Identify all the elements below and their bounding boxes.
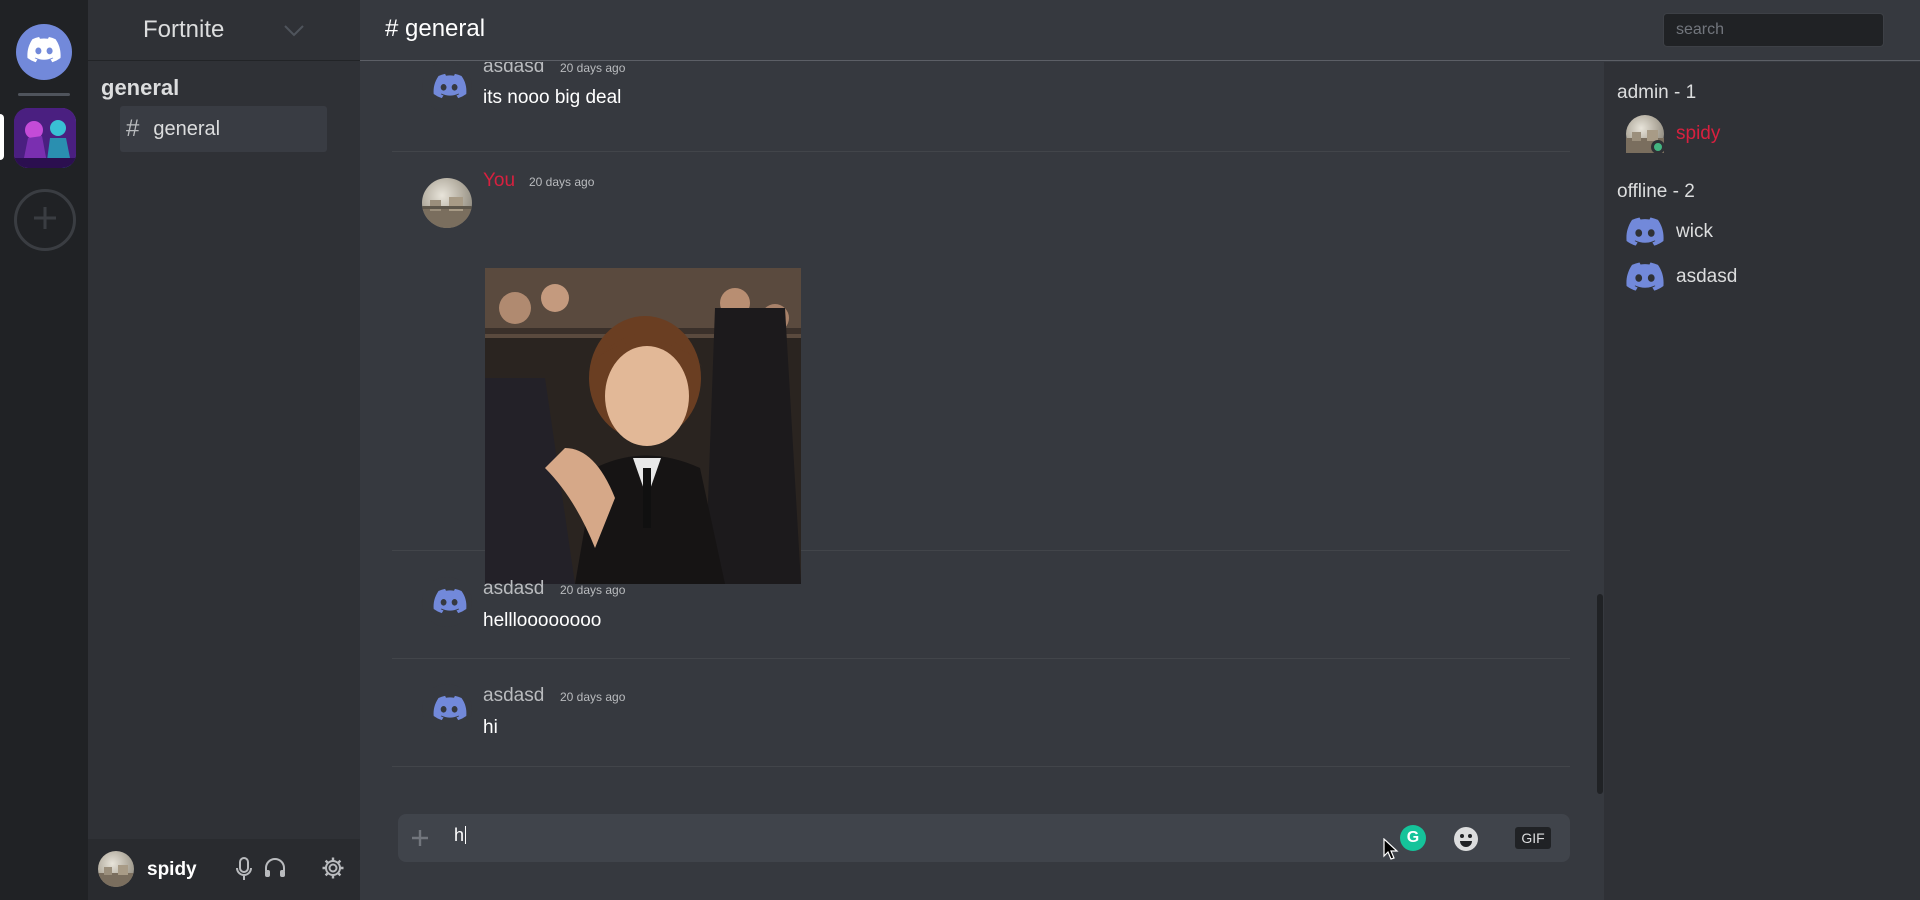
member-name: asdasd: [1676, 266, 1738, 287]
avatar[interactable]: [98, 851, 134, 887]
message-text: hi: [483, 717, 498, 738]
message-timestamp: 20 days ago: [560, 690, 626, 704]
channel-title: # general: [385, 15, 486, 42]
message-input[interactable]: h: [454, 825, 467, 846]
home-button[interactable]: [16, 24, 72, 80]
plus-icon: [32, 205, 58, 236]
message-list: asdasd 20 days ago its nooo big deal You…: [392, 62, 1572, 778]
message-item: asdasd 20 days ago its nooo big deal: [392, 62, 1570, 152]
discord-icon[interactable]: [422, 62, 472, 112]
server-name: Fortnite: [143, 16, 225, 43]
member-item[interactable]: wick: [1626, 213, 1906, 253]
search-input[interactable]: [1663, 13, 1884, 47]
emoji-icon[interactable]: [1453, 826, 1479, 857]
message-item: asdasd 20 days ago hellloooooooo: [392, 551, 1570, 659]
app-window: Fortnite general # general spidy # gener…: [0, 0, 1920, 900]
grammarly-icon[interactable]: G: [1400, 825, 1426, 851]
message-timestamp: 20 days ago: [529, 175, 595, 189]
message-text: its nooo big deal: [483, 87, 622, 108]
server-header[interactable]: Fortnite: [88, 0, 360, 61]
online-status-dot: [1651, 140, 1665, 154]
avatar[interactable]: [422, 178, 472, 228]
add-server-button[interactable]: [14, 189, 76, 251]
discord-logo-icon: [27, 36, 61, 68]
discord-icon: [1626, 258, 1664, 296]
message-list-scrollbar[interactable]: [1597, 594, 1603, 794]
message-timestamp: 20 days ago: [560, 583, 626, 597]
member-name: spidy: [1676, 123, 1721, 144]
hash-icon: #: [126, 115, 140, 142]
mouse-cursor-icon: [1383, 837, 1399, 865]
discord-icon: [1626, 213, 1664, 251]
message-timestamp: 20 days ago: [560, 62, 626, 75]
chat-header: # general: [360, 0, 1920, 61]
channel-sidebar: Fortnite general # general spidy: [88, 0, 360, 900]
member-item[interactable]: spidy: [1626, 115, 1906, 155]
channel-name: general: [153, 117, 221, 140]
message-item: asdasd 20 days ago hi: [392, 659, 1570, 767]
user-panel: spidy: [88, 839, 360, 900]
member-group-title: admin - 1: [1617, 82, 1697, 103]
channel-item-general[interactable]: # general: [120, 106, 327, 152]
message-text: hellloooooooo: [483, 610, 602, 631]
member-item[interactable]: asdasd: [1626, 258, 1906, 298]
add-attachment-icon[interactable]: [408, 826, 432, 855]
rail-separator: [18, 93, 70, 96]
member-list: admin - 1 spidy offline - 2 wick asdasd: [1604, 62, 1920, 900]
current-username: spidy: [147, 859, 197, 880]
discord-icon[interactable]: [422, 684, 472, 734]
microphone-icon[interactable]: [236, 857, 252, 886]
server-icon-fortnite[interactable]: [14, 108, 76, 168]
message-item: You 20 days ago: [392, 152, 1570, 584]
headphones-icon[interactable]: [264, 857, 286, 884]
discord-icon[interactable]: [422, 577, 472, 627]
gif-button[interactable]: GIF: [1515, 827, 1551, 849]
channel-category-title: general: [101, 75, 180, 100]
message-author[interactable]: asdasd: [483, 578, 544, 600]
selected-server-indicator: [0, 114, 4, 160]
chat-area: # general asdasd 20 days ago its nooo bi…: [360, 0, 1920, 900]
chevron-down-icon[interactable]: [284, 24, 304, 42]
server-rail: [0, 0, 88, 900]
gif-image[interactable]: [485, 268, 801, 584]
member-group-title: offline - 2: [1617, 181, 1695, 202]
message-author[interactable]: You: [483, 170, 515, 192]
message-author[interactable]: asdasd: [483, 685, 544, 707]
gear-icon[interactable]: [321, 856, 345, 885]
message-author[interactable]: asdasd: [483, 62, 544, 78]
member-name: wick: [1676, 221, 1713, 242]
